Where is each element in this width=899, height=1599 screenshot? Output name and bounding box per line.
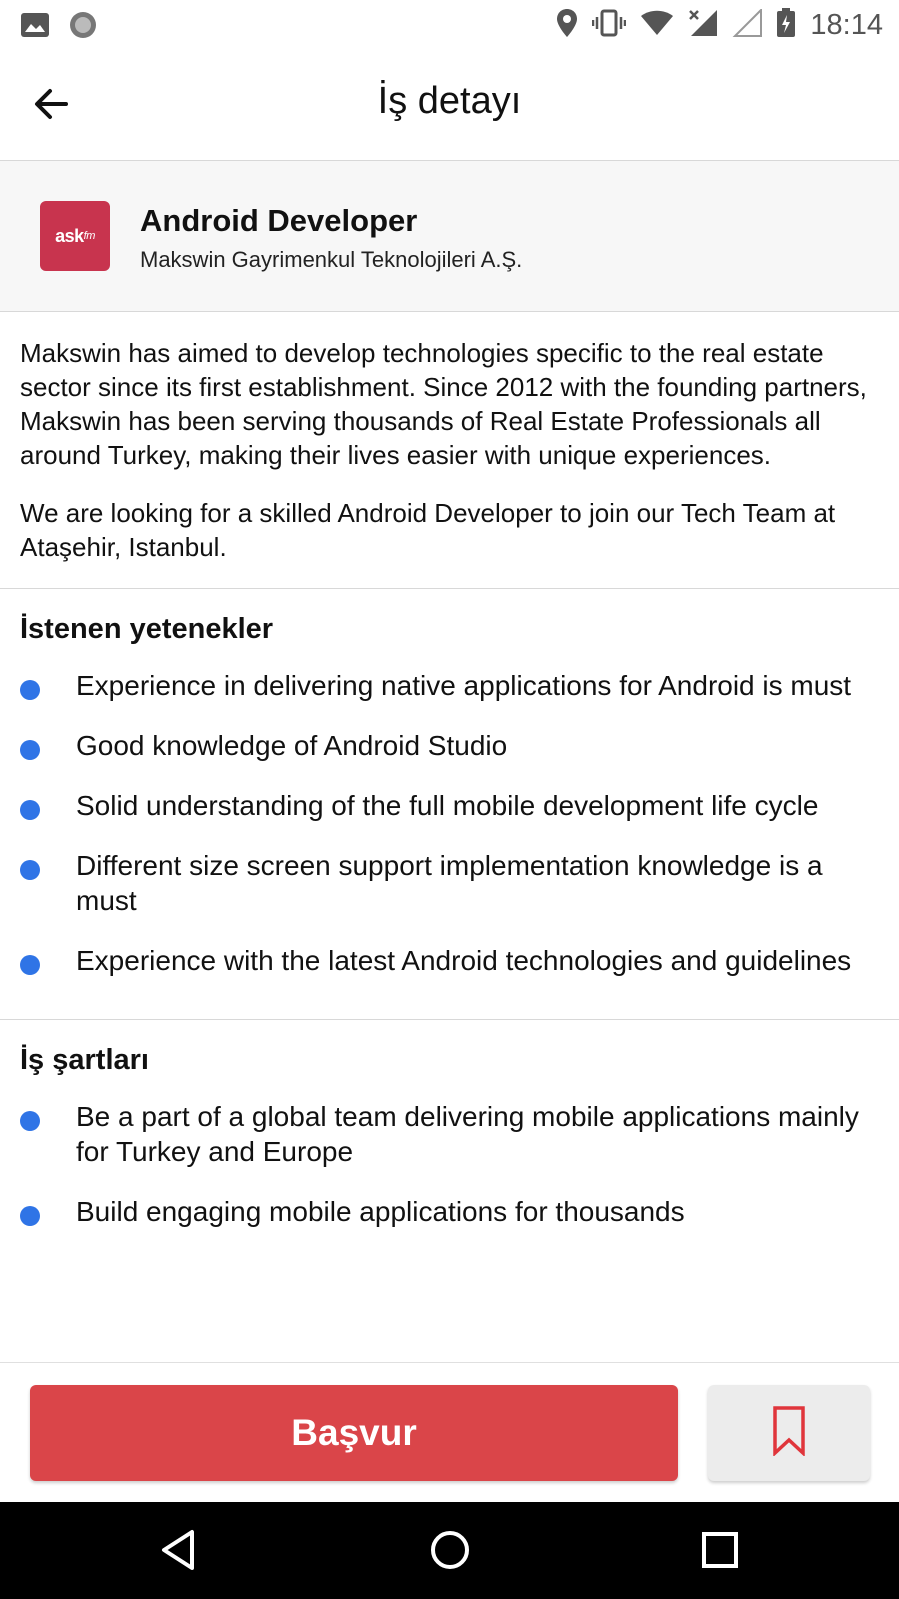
company-logo: ask fm xyxy=(40,201,110,271)
status-bar: 18:14 xyxy=(0,0,899,50)
nav-back-icon[interactable] xyxy=(158,1528,202,1572)
signal-icon xyxy=(732,7,763,42)
description-paragraph: Makswin has aimed to develop technologie… xyxy=(20,338,867,470)
bullet-icon xyxy=(20,680,40,700)
action-bar: Başvur xyxy=(0,1362,899,1503)
bookmark-icon xyxy=(772,1405,806,1461)
image-icon xyxy=(20,12,50,43)
job-title: Android Developer xyxy=(140,203,418,238)
nav-home-icon[interactable] xyxy=(428,1528,472,1572)
list-item: Different size screen support implementa… xyxy=(20,848,879,918)
list-item: Experience in delivering native applicat… xyxy=(20,668,879,703)
bullet-icon xyxy=(20,800,40,820)
page-title: İş detayı xyxy=(377,80,522,122)
location-icon xyxy=(556,8,578,43)
conditions-list: Be a part of a global team delivering mo… xyxy=(20,1099,879,1229)
bookmark-button[interactable] xyxy=(708,1385,870,1481)
app-bar: İş detayı xyxy=(0,52,899,161)
skills-heading: İstenen yetenekler xyxy=(20,613,274,645)
skills-section: İstenen yetenekler Experience in deliver… xyxy=(0,589,899,1020)
list-item: Solid understanding of the full mobile d… xyxy=(20,788,879,823)
battery-icon xyxy=(776,8,796,43)
bullet-icon xyxy=(20,1111,40,1131)
list-item: Build engaging mobile applications for t… xyxy=(20,1194,879,1229)
list-item: Good knowledge of Android Studio xyxy=(20,728,879,763)
apply-button[interactable]: Başvur xyxy=(30,1385,678,1481)
bullet-icon xyxy=(20,740,40,760)
wifi-icon xyxy=(640,10,674,41)
job-description: Makswin has aimed to develop technologie… xyxy=(0,312,899,589)
description-paragraph: We are looking for a skilled Android Dev… xyxy=(20,498,836,562)
job-content[interactable]: Makswin has aimed to develop technologie… xyxy=(0,312,899,1362)
bullet-icon xyxy=(20,1206,40,1226)
nav-recents-icon[interactable] xyxy=(698,1528,742,1572)
list-item: Be a part of a global team delivering mo… xyxy=(20,1099,879,1169)
record-icon xyxy=(68,10,98,45)
company-name: Makswin Gayrimenkul Teknolojileri A.Ş. xyxy=(140,247,523,272)
signal-x-icon xyxy=(688,9,718,42)
list-item: Experience with the latest Android techn… xyxy=(20,943,879,978)
status-time: 18:14 xyxy=(810,9,883,41)
bullet-icon xyxy=(20,860,40,880)
system-nav-bar xyxy=(0,1502,899,1599)
conditions-section: İş şartları Be a part of a global team d… xyxy=(0,1020,899,1270)
job-header: ask fm Android Developer Makswin Gayrimen… xyxy=(0,161,899,312)
skills-list: Experience in delivering native applicat… xyxy=(20,668,879,978)
vibrate-icon xyxy=(592,9,627,42)
bullet-icon xyxy=(20,955,40,975)
conditions-heading: İş şartları xyxy=(20,1044,149,1076)
